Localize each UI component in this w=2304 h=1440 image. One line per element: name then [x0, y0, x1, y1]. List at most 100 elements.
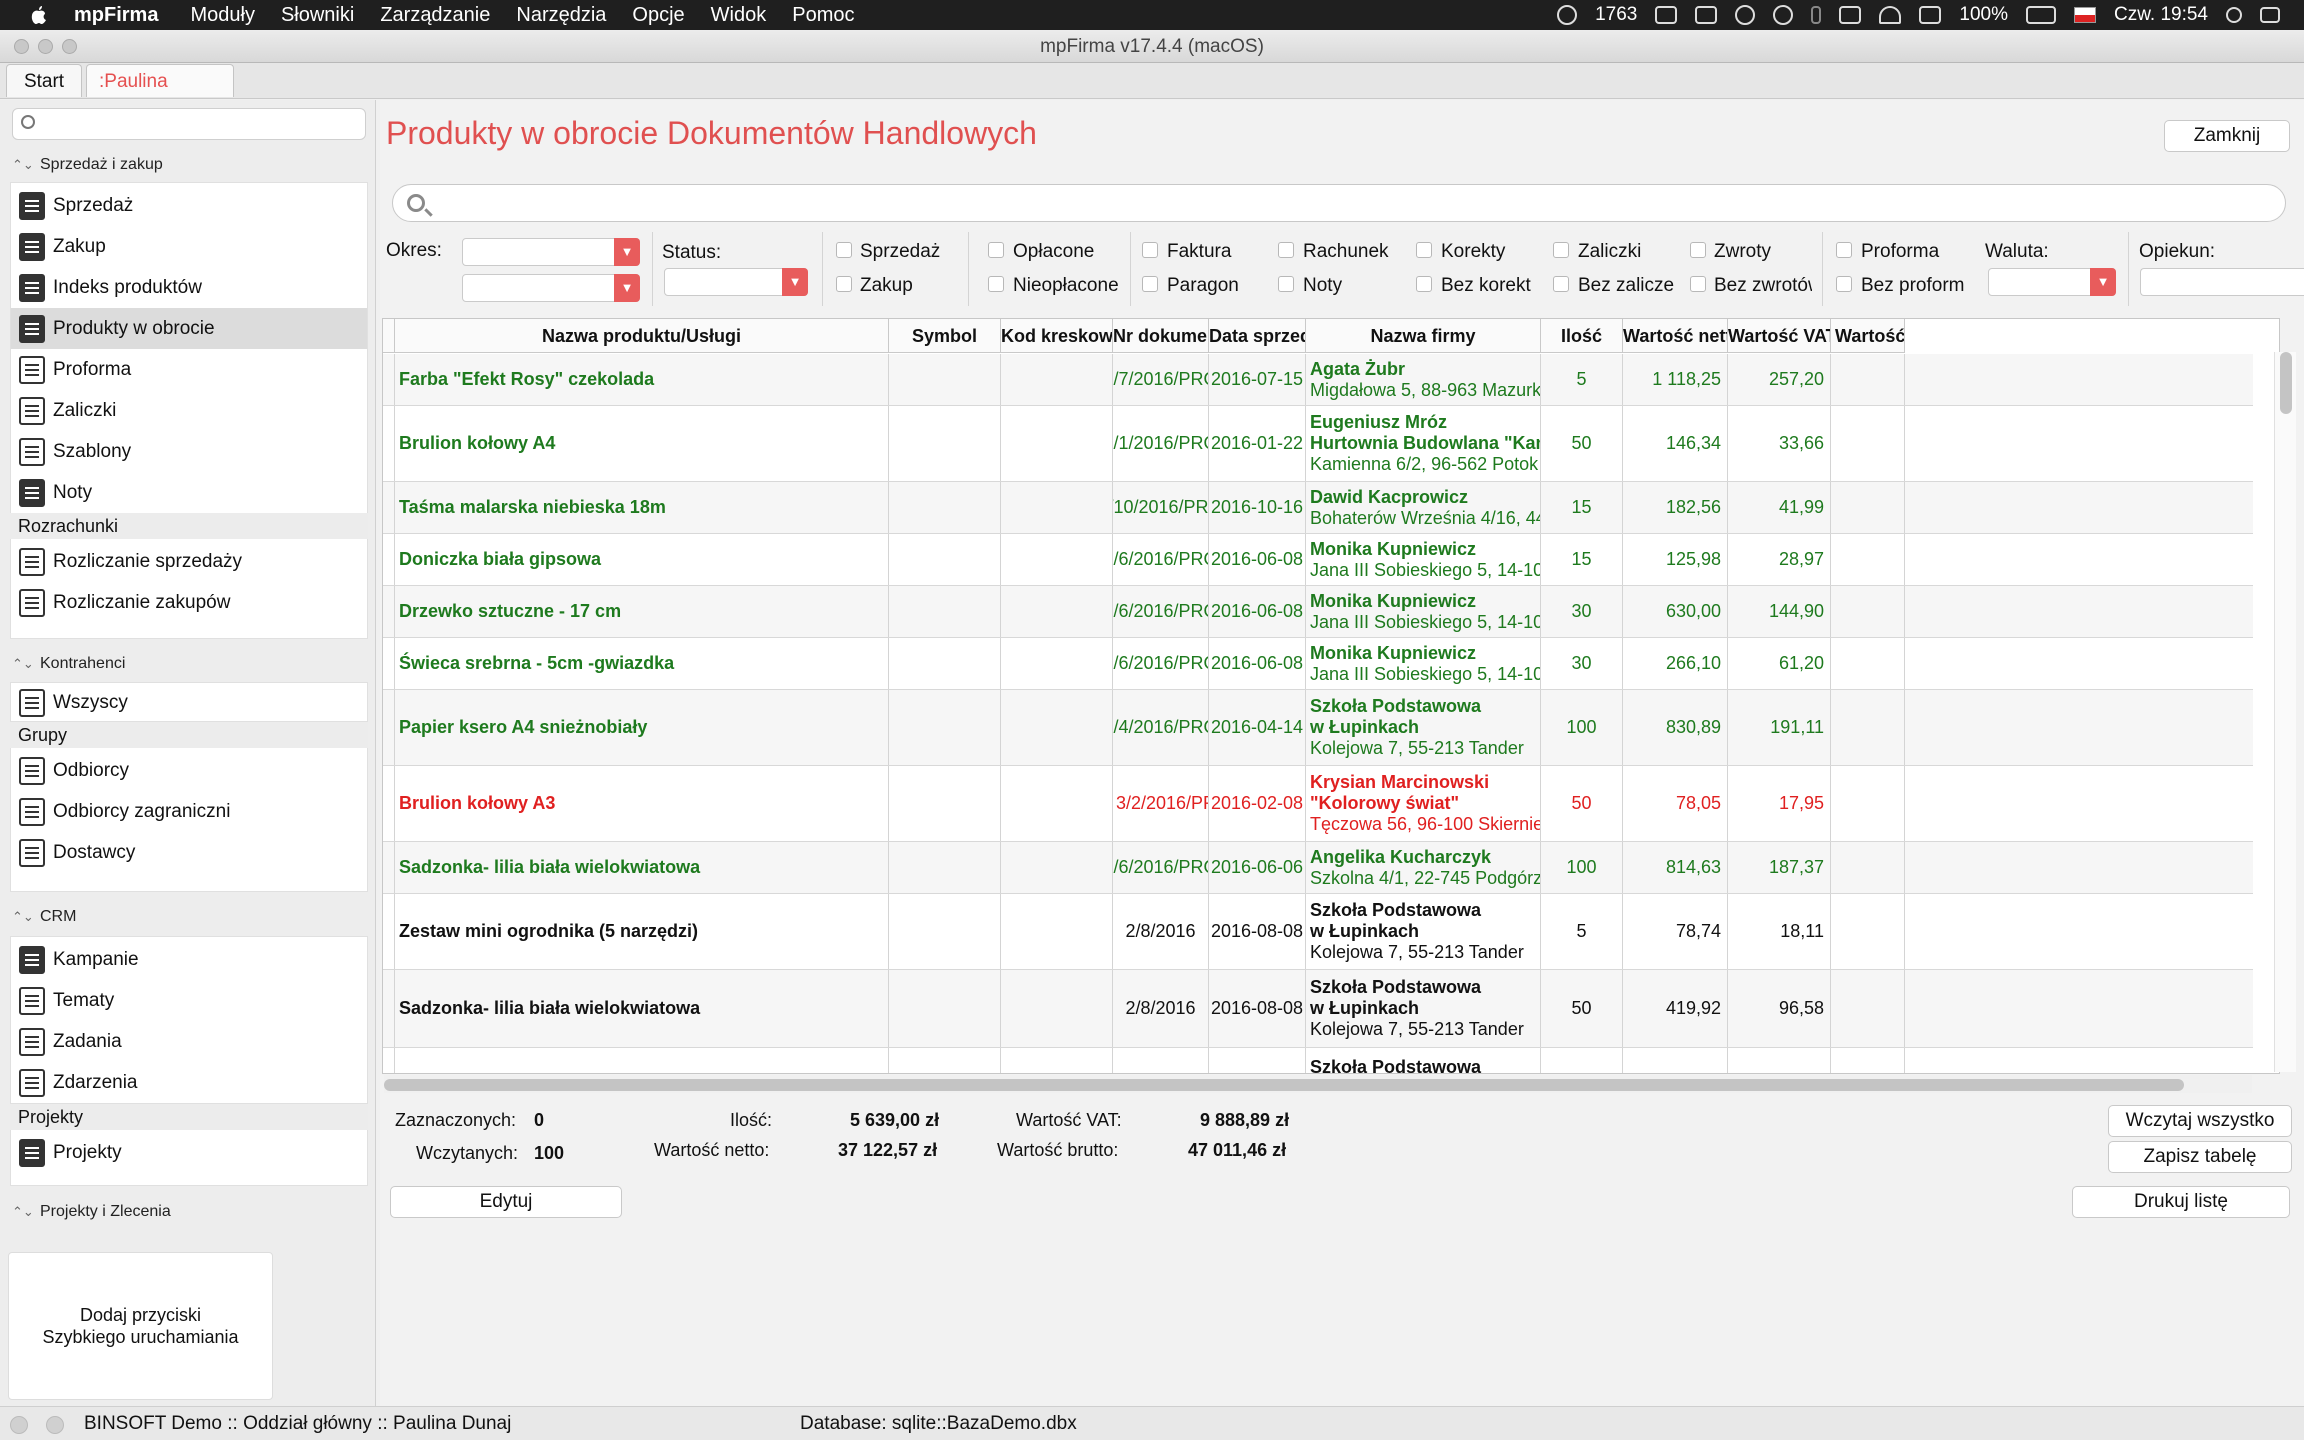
- col-header-symbol[interactable]: Symbol: [889, 319, 1001, 353]
- sidebar-item-zaliczki[interactable]: Zaliczki: [11, 390, 367, 431]
- main-search-input[interactable]: [392, 184, 2286, 222]
- bluetooth-icon[interactable]: [1811, 6, 1822, 24]
- section-projects-orders-header[interactable]: ⌃⌄ Projekty i Zlecenia: [0, 1197, 376, 1227]
- status-combo[interactable]: ▼: [664, 268, 808, 296]
- table-vertical-scrollbar[interactable]: [2274, 352, 2296, 1072]
- menu-opcje[interactable]: Opcje: [632, 4, 684, 27]
- sidebar-item-wszyscy[interactable]: Wszyscy: [11, 682, 367, 723]
- tab-user[interactable]: :Paulina Dunaj: [86, 64, 234, 125]
- currency-combo[interactable]: ▼: [1988, 268, 2116, 296]
- checkbox-nieoplacone[interactable]: [988, 276, 1004, 292]
- sidebar-item-noty[interactable]: Noty: [11, 472, 367, 513]
- wifi-icon[interactable]: [1879, 6, 1902, 24]
- table-horizontal-scrollbar[interactable]: [384, 1075, 2252, 1093]
- section-sales-header[interactable]: ⌃⌄ Sprzedaż i zakup: [0, 150, 376, 180]
- col-header-doc-number[interactable]: Nr dokumentu: [1113, 319, 1209, 353]
- scrollbar-thumb[interactable]: [2280, 352, 2292, 414]
- checkbox-oplacone[interactable]: [988, 242, 1004, 258]
- checkbox-bez-zwrotow[interactable]: [1690, 276, 1706, 292]
- sidebar-item-zdarzenia[interactable]: Zdarzenia: [11, 1062, 367, 1103]
- close-window-icon[interactable]: [14, 39, 29, 54]
- cloud-upload-icon[interactable]: [1655, 6, 1678, 24]
- input-flag-icon[interactable]: [2074, 7, 2096, 23]
- menu-pomoc[interactable]: Pomoc: [792, 4, 854, 27]
- table-row[interactable]: Brulion kołowy A3 ?? 3/2/2016/PRO2016-02-…: [383, 766, 2253, 842]
- sidebar-item-rozliczanie-zakupow[interactable]: Rozliczanie zakupów: [11, 582, 367, 623]
- checkbox-proforma[interactable]: [1836, 242, 1852, 258]
- table-row[interactable]: Drzewko sztuczne - 17 cm 4/6/2016/PRO2016…: [383, 586, 2253, 638]
- table-row[interactable]: Taśma malarska niebieska 18m 5/10/2016/PR…: [383, 482, 2253, 534]
- checkbox-zaliczki[interactable]: [1553, 242, 1569, 258]
- col-header-net[interactable]: Wartość netto: [1623, 319, 1728, 353]
- checkbox-bez-zaliczek[interactable]: [1553, 276, 1569, 292]
- menu-moduly[interactable]: Moduły: [190, 4, 254, 27]
- edit-button[interactable]: Edytuj: [390, 1186, 622, 1218]
- checkbox-korekty[interactable]: [1416, 242, 1432, 258]
- table-row[interactable]: Papier ksero A4 snieżnobiały 3/4/2016/PRO…: [383, 690, 2253, 766]
- sidebar-item-rozliczanie-sprzedazy[interactable]: Rozliczanie sprzedaży: [11, 541, 367, 582]
- table-row[interactable]: Sadzonka- lilia biała wielokwiatowa 2/8/2…: [383, 970, 2253, 1048]
- col-header-sale-date[interactable]: Data sprzedaży: [1209, 319, 1306, 353]
- notification-center-icon[interactable]: [2260, 7, 2280, 23]
- creative-cloud-icon[interactable]: [1735, 5, 1756, 25]
- menubar-clock[interactable]: Czw. 19:54: [2114, 4, 2208, 26]
- sidebar-item-szablony[interactable]: Szablony: [11, 431, 367, 472]
- keeper-combo[interactable]: [2140, 268, 2304, 296]
- menu-zarzadzanie[interactable]: Zarządzanie: [380, 4, 490, 27]
- col-header-barcode[interactable]: Kod kreskowy: [1001, 319, 1113, 353]
- print-list-button[interactable]: Drukuj listę: [2072, 1186, 2290, 1218]
- quick-launch-panel[interactable]: Dodaj przyciski Szybkiego uruchamiania: [8, 1252, 273, 1400]
- col-header-vat[interactable]: Wartość VAT: [1728, 319, 1831, 353]
- menu-widok[interactable]: Widok: [711, 4, 767, 27]
- period-from-combo[interactable]: ▼: [462, 238, 640, 266]
- apple-menu-icon[interactable]: [30, 5, 48, 25]
- checkbox-faktura[interactable]: [1142, 242, 1158, 258]
- col-header-gross[interactable]: Wartość: [1831, 319, 1905, 353]
- sidebar-item-odbiorcy[interactable]: Odbiorcy: [11, 750, 367, 791]
- checkbox-bez-korekt[interactable]: [1416, 276, 1432, 292]
- table-row[interactable]: Brulion kołowy A46/1/2016/PRO2016-01-22E…: [383, 406, 2253, 482]
- col-header-qty[interactable]: Ilość: [1541, 319, 1623, 353]
- sidebar-item-projekty[interactable]: Projekty: [11, 1132, 367, 1173]
- menu-narzedzia[interactable]: Narzędzia: [516, 4, 606, 27]
- period-to-combo[interactable]: ▼: [462, 274, 640, 302]
- menu-app-name[interactable]: mpFirma: [74, 4, 158, 27]
- airplay-icon[interactable]: [1919, 6, 1942, 24]
- zoom-window-icon[interactable]: [62, 39, 77, 54]
- sidebar-item-sprzedaz[interactable]: Sprzedaż: [11, 185, 367, 226]
- col-header-name[interactable]: Nazwa produktu/Usługi: [395, 319, 889, 353]
- sidebar-item-dostawcy[interactable]: Dostawcy: [11, 832, 367, 873]
- sidebar-item-zakup[interactable]: Zakup: [11, 226, 367, 267]
- table-row[interactable]: Farba "Efekt Rosy" czekolada 7/7/2016/PRO…: [383, 354, 2253, 406]
- checkbox-sprzedaz[interactable]: [836, 242, 852, 258]
- checkbox-noty[interactable]: [1278, 276, 1294, 292]
- table-row[interactable]: Zestaw mini ogrodnika (5 narzędzi) 2/8/20…: [383, 894, 2253, 970]
- checkbox-rachunek[interactable]: [1278, 242, 1294, 258]
- sidebar-item-proforma[interactable]: Proforma: [11, 349, 367, 390]
- clock-status-icon[interactable]: [1557, 5, 1578, 25]
- table-row[interactable]: Świeca srebrna - 5cm -gwiazdka 4/6/2016/P…: [383, 638, 2253, 690]
- sidebar-item-zadania[interactable]: Zadania: [11, 1021, 367, 1062]
- col-header-company[interactable]: Nazwa firmy: [1306, 319, 1541, 353]
- sidebar-item-odbiorcy-zagraniczni[interactable]: Odbiorcy zagraniczni: [11, 791, 367, 832]
- tab-start[interactable]: Start: [6, 64, 82, 97]
- table-row[interactable]: Szkoła Podstawowa: [383, 1048, 2253, 1073]
- table-row[interactable]: Sadzonka- lilia biała wielokwiatowa 2/6/2…: [383, 842, 2253, 894]
- drive-icon[interactable]: [1695, 6, 1718, 24]
- spotlight-search-icon[interactable]: [2226, 7, 2242, 23]
- close-button[interactable]: Zamknij: [2164, 120, 2290, 152]
- section-contractors-header[interactable]: ⌃⌄ Kontrahenci: [0, 649, 376, 679]
- checkbox-bez-proform[interactable]: [1836, 276, 1852, 292]
- save-table-button[interactable]: Zapisz tabelę: [2108, 1141, 2292, 1173]
- checkbox-zakup[interactable]: [836, 276, 852, 292]
- checkbox-paragon[interactable]: [1142, 276, 1158, 292]
- sidebar-search-input[interactable]: [12, 108, 366, 140]
- sidebar-item-tematy[interactable]: Tematy: [11, 980, 367, 1021]
- keyboard-icon[interactable]: [1839, 6, 1862, 24]
- checkbox-zwroty[interactable]: [1690, 242, 1706, 258]
- menu-slowniki[interactable]: Słowniki: [281, 4, 354, 27]
- minimize-window-icon[interactable]: [38, 39, 53, 54]
- battery-icon[interactable]: [2026, 6, 2056, 24]
- sidebar-item-produkty-w-obrocie[interactable]: Produkty w obrocie: [11, 308, 367, 349]
- table-row[interactable]: Doniczka biała gipsowa 4/6/2016/PRO2016-0…: [383, 534, 2253, 586]
